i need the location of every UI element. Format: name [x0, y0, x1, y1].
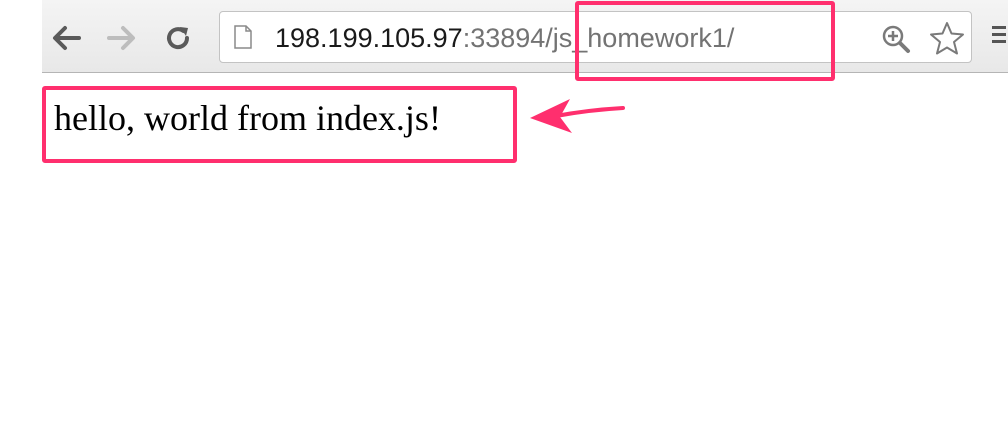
url-host: 198.199.105.97: [275, 23, 463, 53]
menu-icon[interactable]: [992, 26, 1006, 48]
reload-icon: [167, 27, 190, 50]
back-button[interactable]: [48, 20, 84, 56]
pointer-arrow-icon: [530, 99, 625, 133]
browser-toolbar: 198.199.105.97:33894/js_homework1/: [42, 0, 1008, 73]
url-highlight-box: [575, 1, 835, 81]
reload-button[interactable]: [160, 20, 196, 56]
back-arrow-icon: [53, 26, 81, 50]
page-document-icon: [234, 25, 252, 49]
left-gutter: [0, 0, 42, 438]
forward-button[interactable]: [104, 20, 140, 56]
page-body-text: hello, world from index.js!: [54, 98, 441, 138]
forward-arrow-icon: [107, 26, 135, 50]
zoom-icon[interactable]: [881, 24, 911, 54]
star-icon[interactable]: [929, 21, 965, 55]
